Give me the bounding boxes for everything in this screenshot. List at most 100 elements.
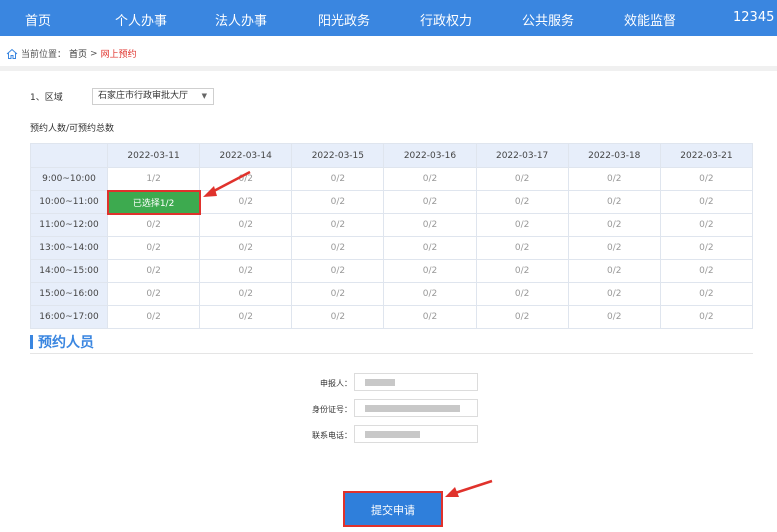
table-row: 15:00~16:00 0/2 0/2 0/2 0/2 0/2 0/2 0/2 [30,282,754,306]
section-divider [30,353,753,354]
slot-cell[interactable]: 0/2 [567,236,661,260]
nav-item-legal-entity[interactable]: 法人办事 [215,10,267,29]
slot-cell[interactable]: 0/2 [291,259,385,283]
slot-cell[interactable]: 0/2 [199,167,293,191]
date-header: 2022-03-15 [291,143,385,168]
slot-cell[interactable]: 0/2 [383,236,477,260]
region-select[interactable]: 石家庄市行政审批大厅 ▼ [92,88,214,105]
slot-cell[interactable]: 0/2 [291,305,385,329]
nav-item-12345[interactable]: 12345 [733,10,774,25]
slot-cell[interactable]: 0/2 [567,190,661,214]
slot-cell[interactable]: 0/2 [199,305,293,329]
date-header: 2022-03-16 [383,143,477,168]
slot-cell[interactable]: 0/2 [106,213,201,237]
slot-cell[interactable]: 0/2 [199,213,293,237]
slot-cell[interactable]: 0/2 [567,167,661,191]
table-header-corner [30,143,108,168]
slot-cell[interactable]: 0/2 [567,305,661,329]
section-title-text: 预约人员 [38,335,94,351]
slot-cell[interactable]: 0/2 [199,236,293,260]
applicant-field[interactable] [354,373,478,391]
slot-cell[interactable]: 0/2 [106,259,201,283]
time-slot-label: 15:00~16:00 [30,282,108,306]
slot-cell[interactable]: 0/2 [383,190,477,214]
slot-cell[interactable]: 0/2 [383,213,477,237]
nav-item-government[interactable]: 阳光政务 [318,10,370,29]
appointment-schedule-table: 2022-03-11 2022-03-14 2022-03-15 2022-03… [30,143,754,329]
date-header: 2022-03-18 [567,143,661,168]
slot-cell[interactable]: 0/2 [659,190,754,214]
slot-cell[interactable]: 0/2 [659,213,754,237]
date-header: 2022-03-11 [106,143,201,168]
selected-slot-cell[interactable]: 已选择1/2 [106,189,201,215]
slot-cell[interactable]: 0/2 [475,167,569,191]
slot-cell[interactable]: 0/2 [659,282,754,306]
id-number-field[interactable] [354,399,478,417]
slot-cell[interactable]: 0/2 [106,305,201,329]
applicant-label: 申报人： [320,379,352,388]
nav-item-admin-power[interactable]: 行政权力 [420,10,472,29]
slot-cell[interactable]: 0/2 [199,259,293,283]
slot-cell[interactable]: 0/2 [291,236,385,260]
time-slot-label: 11:00~12:00 [30,213,108,237]
slot-cell[interactable]: 0/2 [567,259,661,283]
breadcrumb-label: 当前位置： [21,50,67,60]
slot-cell[interactable]: 0/2 [475,305,569,329]
slot-cell[interactable]: 0/2 [383,282,477,306]
slot-cell[interactable]: 0/2 [291,167,385,191]
table-row: 9:00~10:00 1/2 0/2 0/2 0/2 0/2 0/2 0/2 [30,167,754,191]
time-slot-label: 16:00~17:00 [30,305,108,329]
breadcrumb-divider [0,66,777,71]
slot-cell[interactable]: 0/2 [106,282,201,306]
redacted-value [365,405,460,412]
table-row: 14:00~15:00 0/2 0/2 0/2 0/2 0/2 0/2 0/2 [30,259,754,283]
slot-cell[interactable]: 0/2 [291,213,385,237]
breadcrumb: 当前位置： 首页 > 网上预约 [6,47,137,60]
slot-cell[interactable]: 0/2 [291,282,385,306]
nav-item-personal[interactable]: 个人办事 [115,10,167,29]
time-slot-label: 9:00~10:00 [30,167,108,191]
table-row: 11:00~12:00 0/2 0/2 0/2 0/2 0/2 0/2 0/2 [30,213,754,237]
slot-cell[interactable]: 0/2 [659,305,754,329]
slot-cell[interactable]: 0/2 [659,167,754,191]
time-slot-label: 13:00~14:00 [30,236,108,260]
submit-application-button[interactable]: 提交申请 [343,491,443,527]
region-label: 1、区域 [30,93,63,103]
slot-cell[interactable]: 0/2 [475,282,569,306]
table-header-row: 2022-03-11 2022-03-14 2022-03-15 2022-03… [30,143,754,168]
nav-item-public-service[interactable]: 公共服务 [522,10,574,29]
slot-cell[interactable]: 0/2 [475,213,569,237]
slot-cell[interactable]: 0/2 [383,167,477,191]
slot-cell[interactable]: 0/2 [475,236,569,260]
slot-cell[interactable]: 0/2 [199,190,293,214]
time-slot-label: 14:00~15:00 [30,259,108,283]
breadcrumb-separator: > [90,48,98,59]
table-row: 16:00~17:00 0/2 0/2 0/2 0/2 0/2 0/2 0/2 [30,305,754,329]
date-header: 2022-03-17 [475,143,569,168]
slot-cell[interactable]: 0/2 [199,282,293,306]
arrow-icon [445,479,493,497]
date-header: 2022-03-14 [199,143,293,168]
slot-cell[interactable]: 0/2 [106,236,201,260]
slot-cell[interactable]: 0/2 [291,190,385,214]
slot-cell[interactable]: 0/2 [567,213,661,237]
slot-cell[interactable]: 0/2 [475,190,569,214]
breadcrumb-current: 网上预约 [100,50,137,60]
nav-item-home[interactable]: 首页 [25,10,51,29]
section-title-bar [30,335,33,349]
phone-label: 联系电话： [312,431,352,440]
slot-cell[interactable]: 0/2 [567,282,661,306]
slot-cell[interactable]: 0/2 [383,305,477,329]
slot-cell[interactable]: 0/2 [383,259,477,283]
quota-label: 预约人数/可预约总数 [30,124,115,134]
phone-field[interactable] [354,425,478,443]
slot-cell[interactable]: 0/2 [475,259,569,283]
breadcrumb-home-link[interactable]: 首页 [69,47,87,60]
slot-cell[interactable]: 0/2 [659,259,754,283]
id-number-label: 身份证号： [312,405,352,414]
slot-cell[interactable]: 0/2 [659,236,754,260]
slot-cell[interactable]: 1/2 [106,167,201,191]
section-title: 预约人员 [30,332,94,352]
nav-item-supervision[interactable]: 效能监督 [624,10,676,29]
time-slot-label: 10:00~11:00 [30,190,108,214]
